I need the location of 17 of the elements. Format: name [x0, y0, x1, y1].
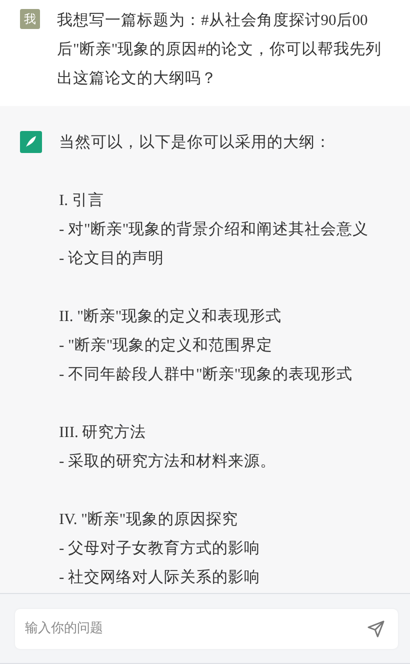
user-avatar: 我 [20, 9, 40, 29]
user-message: 我想写一篇标题为：#从社会角度探讨90后00后"断亲"现象的原因#的论文，你可以帮我先列出这篇论文的大纲吗？ [57, 11, 382, 89]
outline-item: - 论文目的声明 [59, 249, 166, 269]
outline-heading: II. "断亲"现象的定义和表现形式 [59, 307, 283, 327]
outline-item: - 父母对子女教育方式的影响 [59, 538, 262, 559]
quill-icon [20, 131, 42, 153]
assistant-intro: 当然可以，以下是你可以采用的大纲： [59, 133, 332, 153]
outline-item: - "断亲"现象的定义和范围界定 [59, 336, 274, 356]
outline-item: - 社交网络对人际关系的影响 [59, 568, 262, 588]
outline-item: - 采取的研究方法和材料来源。 [59, 452, 278, 472]
outline-heading: I. 引言 [59, 191, 105, 211]
outline-heading: III. 研究方法 [59, 423, 148, 443]
send-icon[interactable] [366, 618, 386, 638]
outline-heading: IV. "断亲"现象的原因探究 [59, 510, 239, 530]
outline-item: - 对"断亲"现象的背景介绍和阐述其社会意义 [59, 220, 369, 240]
question-input[interactable]: 输入你的问题 [15, 608, 398, 648]
outline-item: - 不同年龄段人群中"断亲"现象的表现形式 [59, 365, 354, 385]
